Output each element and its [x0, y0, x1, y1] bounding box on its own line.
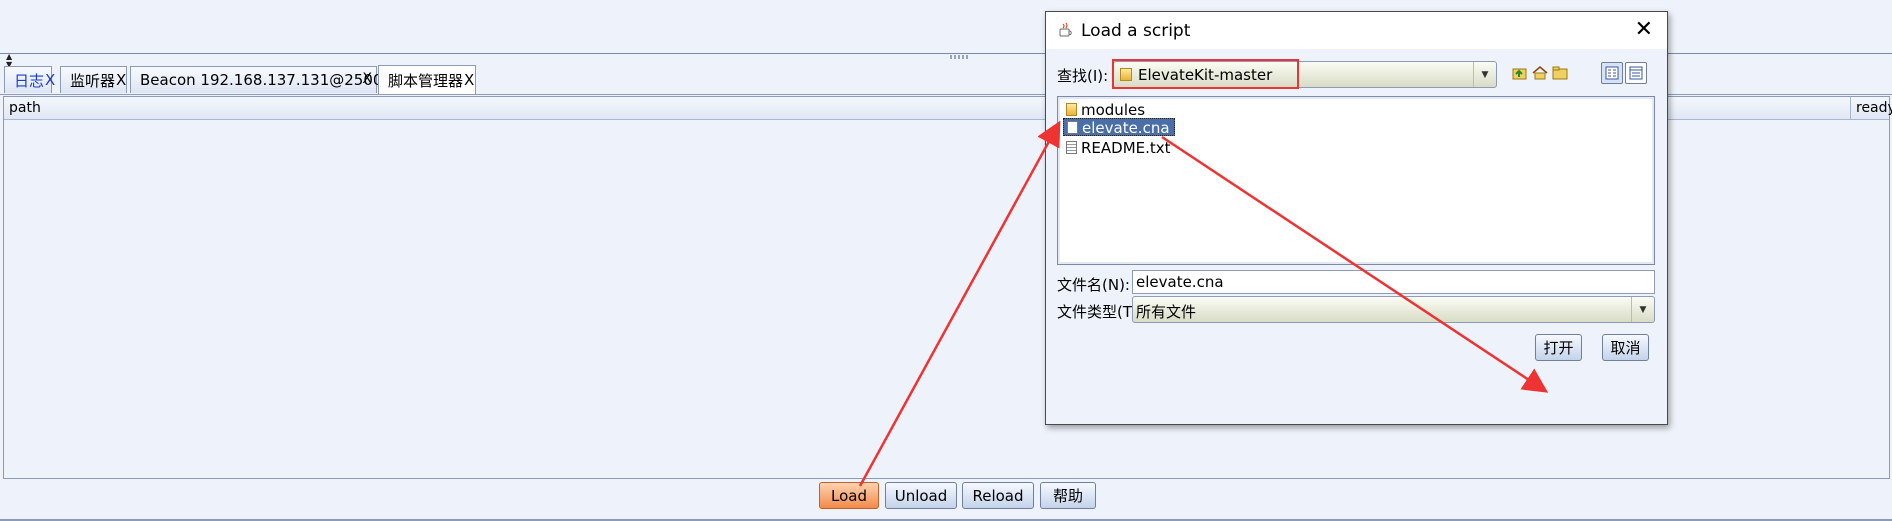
list-item[interactable]: elevate.cna [1063, 118, 1175, 137]
tab-beacon[interactable]: Beacon 192.168.137.131@2500 X [130, 66, 382, 93]
look-in-label: 查找(I): [1057, 67, 1109, 85]
home-icon[interactable] [1531, 64, 1549, 82]
column-path[interactable]: path [9, 97, 41, 119]
dialog-title: Load a script [1081, 21, 1191, 41]
tab-close-icon[interactable]: X [45, 71, 55, 89]
tab-script-manager[interactable]: 脚本管理器 X [378, 65, 476, 94]
file-name: README.txt [1081, 139, 1171, 157]
file-name: elevate.cna [1082, 119, 1170, 137]
tab-label: 监听器 [70, 71, 116, 90]
up-folder-icon[interactable] [1511, 64, 1529, 82]
tab-close-icon[interactable]: X [362, 71, 372, 87]
tab-close-icon[interactable]: X [464, 71, 474, 89]
details-view-button[interactable] [1625, 62, 1647, 84]
load-button[interactable]: Load [819, 482, 879, 509]
open-button[interactable]: 打开 [1535, 334, 1582, 361]
list-view-icon [1605, 66, 1619, 80]
tab-close-icon[interactable]: X [116, 71, 126, 89]
tab-label: 日志 [14, 71, 45, 90]
chevron-down-icon[interactable]: ▼ [1631, 297, 1654, 322]
details-view-icon [1629, 66, 1643, 80]
column-separator[interactable] [1850, 97, 1851, 119]
file-icon [1067, 121, 1078, 134]
file-name: modules [1081, 101, 1146, 119]
new-folder-icon[interactable] [1551, 64, 1569, 82]
file-name-field[interactable]: elevate.cna [1132, 270, 1655, 294]
chevron-down-icon[interactable]: ▼ [1473, 62, 1496, 87]
list-item[interactable]: README.txt [1063, 139, 1175, 157]
annotation-highlight-box [1112, 59, 1299, 89]
split-grip-icon[interactable] [950, 55, 968, 59]
tab-listeners[interactable]: 监听器 X [60, 66, 127, 93]
text-file-icon [1066, 141, 1077, 154]
tab-log[interactable]: 日志 X [4, 66, 55, 93]
java-icon [1059, 22, 1072, 37]
file-type-select[interactable]: 所有文件 ▼ [1132, 296, 1655, 323]
list-view-button[interactable] [1601, 62, 1623, 84]
file-list[interactable]: modules elevate.cna README.txt [1057, 96, 1655, 265]
cancel-button[interactable]: 取消 [1602, 334, 1649, 361]
dialog-title-bar[interactable]: Load a script ✕ [1046, 12, 1667, 49]
help-button[interactable]: 帮助 [1040, 482, 1096, 509]
tab-label: Beacon 192.168.137.131@2500 [140, 71, 383, 89]
file-type-value: 所有文件 [1136, 303, 1197, 321]
reload-button[interactable]: Reload [962, 482, 1034, 509]
unload-button[interactable]: Unload [885, 482, 957, 509]
list-item[interactable]: modules [1063, 101, 1149, 119]
load-script-dialog: Load a script ✕ 查找(I): ElevateKit-master… [1045, 11, 1668, 425]
tab-label: 脚本管理器 [388, 71, 464, 90]
button-bar: Load Unload Reload 帮助 [0, 482, 1892, 512]
file-name-label: 文件名(N): [1057, 276, 1130, 294]
file-type-label: 文件类型(T): [1057, 303, 1143, 321]
column-ready[interactable]: ready [1856, 97, 1892, 119]
folder-icon [1066, 103, 1077, 116]
close-icon[interactable]: ✕ [1635, 17, 1653, 42]
